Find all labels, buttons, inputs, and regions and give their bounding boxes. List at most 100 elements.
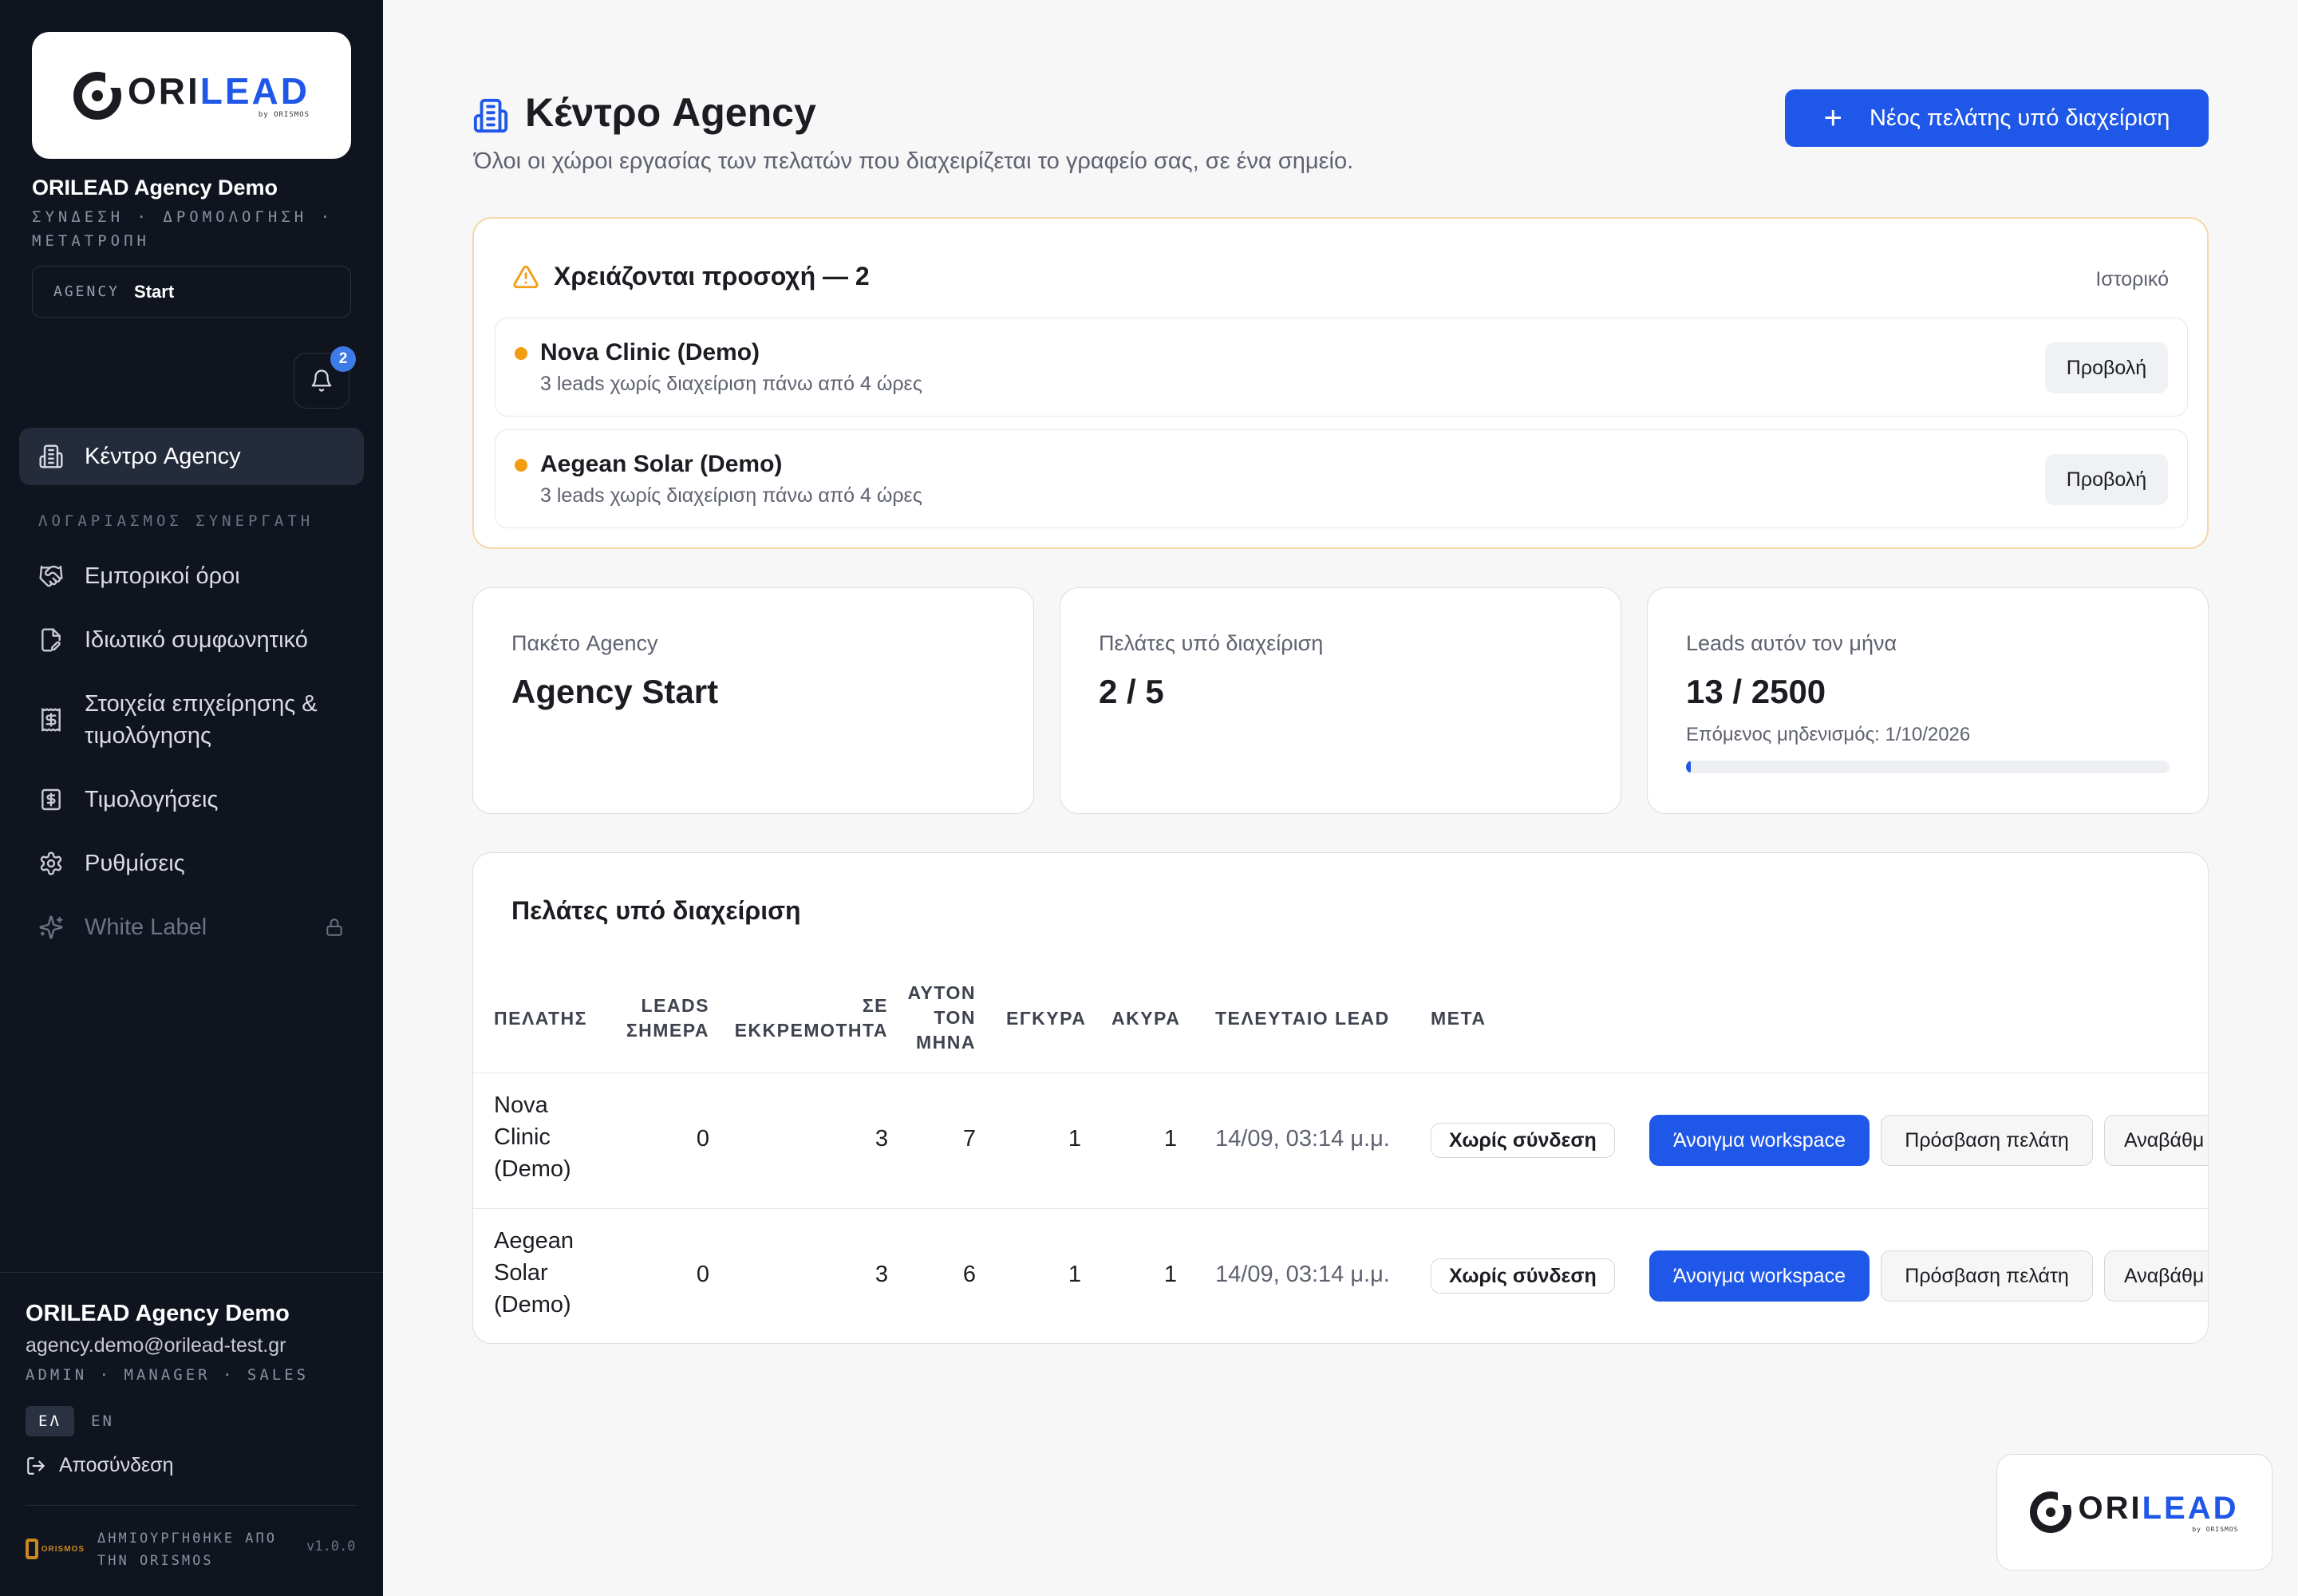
cell-invalid: 1	[1163, 1126, 1177, 1152]
brand-logo[interactable]: ORILEAD by ORISMOS	[32, 32, 351, 159]
footer-divider	[26, 1505, 357, 1506]
cell-invalid: 1	[1163, 1262, 1177, 1287]
orismos-logo-text: ORISMOS	[41, 1544, 85, 1554]
column-header-leads-today: LEADS ΣΗΜΕΡΑ	[626, 995, 709, 1041]
new-managed-client-label: Νέος πελάτης υπό διαχείριση	[1869, 105, 2170, 131]
status-badge: Χωρίς σύνδεση	[1431, 1258, 1615, 1294]
logo-text-lead: LEAD	[199, 69, 310, 112]
handshake-icon	[39, 565, 63, 587]
stat-card-managed-clients: Πελάτες υπό διαχείριση 2 / 5	[1060, 587, 1621, 814]
leads-progress-bar	[1686, 760, 2170, 773]
view-button[interactable]: Προβολή	[2045, 342, 2168, 393]
orilead-logo-icon	[73, 69, 123, 120]
orismos-logo-icon	[26, 1539, 38, 1559]
app-version: v1.0.0	[306, 1539, 356, 1555]
view-button[interactable]: Προβολή	[2045, 454, 2168, 505]
sidebar-section-label: ΛΟΓΑΡΙΑΣΜΟΣ ΣΥΝΕΡΓΑΤΗ	[38, 512, 314, 530]
sidebar-item-label: Στοιχεία επιχείρησης & τιμολόγησης	[85, 691, 318, 749]
invoice-icon	[41, 788, 61, 811]
orilead-logo-icon	[2030, 1490, 2074, 1533]
logo-byline: by ORISMOS	[258, 110, 310, 119]
org-tagline: ΣΥΝΔΕΣΗ · ΔΡΟΜΟΛΟΓΗΣΗ · ΜΕΤΑΤΡΟΠΗ	[32, 208, 334, 250]
stat-reset-note: Επόμενος μηδενισμός: 1/10/2026	[1686, 724, 1971, 745]
attention-panel: Χρειάζονται προσοχή — 2 Ιστορικό Nova Cl…	[472, 217, 2209, 549]
table-title: Πελάτες υπό διαχείριση	[511, 896, 801, 925]
cell-pending: 3	[875, 1126, 888, 1152]
attention-item: Nova Clinic (Demo) 3 leads χωρίς διαχείρ…	[495, 318, 2188, 417]
user-roles: ADMIN · MANAGER · SALES	[26, 1366, 310, 1384]
logo-text-lead: LEAD	[2142, 1490, 2239, 1526]
sidebar-item-label: Ρυθμίσεις	[85, 850, 185, 876]
leads-progress-fill	[1686, 760, 1692, 773]
column-header-last-lead: ΤΕΛΕΥΤΑΙΟ LEAD	[1215, 1008, 1390, 1029]
attention-item: Aegean Solar (Demo) 3 leads χωρίς διαχεί…	[495, 429, 2188, 528]
sidebar-item-white-label[interactable]: White Label	[19, 903, 364, 951]
sidebar-item-private-agreement[interactable]: Ιδιωτικό συμφωνητικό	[19, 616, 364, 664]
user-email: agency.demo@orilead-test.gr	[26, 1334, 286, 1357]
client-access-button[interactable]: Πρόσβαση πελάτη	[1881, 1250, 2093, 1302]
plan-value: Start	[134, 281, 175, 302]
open-workspace-button[interactable]: Άνοιγμα workspace	[1649, 1250, 1870, 1302]
client-access-button[interactable]: Πρόσβαση πελάτη	[1881, 1115, 2093, 1166]
column-header-pending: ΣΕ ΕΚΚΡΕΜΟΤΗΤΑ	[734, 995, 888, 1041]
status-badge: Χωρίς σύνδεση	[1431, 1123, 1615, 1158]
column-header-this-month: ΑΥΤΟΝ ΤΟΝ ΜΗΝΑ	[907, 982, 976, 1053]
open-workspace-button[interactable]: Άνοιγμα workspace	[1649, 1115, 1870, 1166]
stat-label: Πελάτες υπό διαχείριση	[1099, 631, 1324, 655]
plus-icon: +	[1823, 101, 1842, 136]
warning-dot-icon	[515, 347, 527, 360]
receipt-icon	[41, 708, 61, 732]
sidebar-divider	[0, 1272, 383, 1273]
attention-description: 3 leads χωρίς διαχείριση πάνω από 4 ώρες	[540, 373, 922, 395]
logout-button[interactable]: Αποσύνδεση	[26, 1454, 173, 1477]
client-name: Aegean Solar (Demo)	[494, 1228, 574, 1317]
attention-title: Χρειάζονται προσοχή — 2	[554, 262, 870, 290]
building-icon	[473, 98, 508, 133]
column-header-meta: ΜΕΤΑ	[1431, 1008, 1487, 1029]
sidebar-item-label: Τιμολογήσεις	[85, 786, 219, 812]
bell-icon	[311, 369, 332, 392]
warning-icon	[513, 265, 539, 288]
orismos-logo: ORISMOS	[26, 1537, 85, 1561]
sidebar-item-agency-hub[interactable]: Κέντρο Agency	[19, 428, 364, 485]
sidebar: ORILEAD by ORISMOS ORILEAD Agency Demo Σ…	[0, 0, 383, 1596]
sidebar-item-commercial-terms[interactable]: Εμπορικοί όροι	[19, 552, 364, 600]
stat-label: Πακέτο Agency	[511, 631, 658, 655]
attention-client-name: Nova Clinic (Demo)	[540, 339, 760, 365]
cell-this-month: 6	[962, 1262, 976, 1287]
sidebar-item-invoices[interactable]: Τιμολογήσεις	[19, 776, 364, 824]
logo-byline: by ORISMOS	[2192, 1525, 2239, 1533]
sidebar-item-label: Εμπορικοί όροι	[85, 563, 240, 589]
cell-this-month: 7	[962, 1126, 976, 1152]
cell-valid: 1	[1068, 1126, 1081, 1152]
notifications-badge: 2	[330, 346, 356, 372]
stat-card-agency-plan: Πακέτο Agency Agency Start	[472, 587, 1034, 814]
sidebar-item-label: White Label	[85, 914, 207, 940]
cell-pending: 3	[875, 1262, 888, 1287]
upgrade-button[interactable]: Αναβάθμ	[2104, 1250, 2208, 1302]
lang-el-button[interactable]: ΕΛ	[26, 1406, 74, 1436]
managed-clients-table: Πελάτες υπό διαχείριση ΠΕΛΑΤΗΣ LEADS ΣΗΜ…	[472, 852, 2209, 1344]
stat-value: 2 / 5	[1099, 673, 1164, 710]
sidebar-item-label: Ιδιωτικό συμφωνητικό	[85, 626, 308, 653]
cell-leads-today: 0	[696, 1126, 709, 1152]
lock-icon	[326, 918, 342, 936]
cell-leads-today: 0	[696, 1262, 709, 1287]
cell-valid: 1	[1068, 1262, 1081, 1287]
plan-pill[interactable]: AGENCY Start	[32, 266, 351, 318]
org-name: ORILEAD Agency Demo	[32, 176, 278, 200]
gear-icon	[40, 851, 62, 875]
stat-card-monthly-leads: Leads αυτόν τον μήνα 13 / 2500 Επόμενος …	[1647, 587, 2209, 814]
history-link[interactable]: Ιστορικό	[2095, 268, 2169, 291]
client-name: Nova Clinic (Demo)	[494, 1092, 571, 1182]
lang-en-button[interactable]: EN	[78, 1406, 127, 1436]
stat-value: 13 / 2500	[1686, 673, 1826, 710]
upgrade-button[interactable]: Αναβάθμ	[2104, 1115, 2208, 1166]
sidebar-item-settings[interactable]: Ρυθμίσεις	[19, 839, 364, 887]
logo-text-ori: ORI	[2078, 1490, 2142, 1526]
attention-client-name: Aegean Solar (Demo)	[540, 451, 783, 477]
floating-brand-logo[interactable]: ORILEAD by ORISMOS	[1996, 1454, 2272, 1570]
sidebar-item-business-billing[interactable]: Στοιχεία επιχείρησης & τιμολόγησης	[19, 680, 364, 760]
column-header-client: ΠΕΛΑΤΗΣ	[494, 1008, 587, 1029]
new-managed-client-button[interactable]: + Νέος πελάτης υπό διαχείριση	[1785, 89, 2209, 147]
